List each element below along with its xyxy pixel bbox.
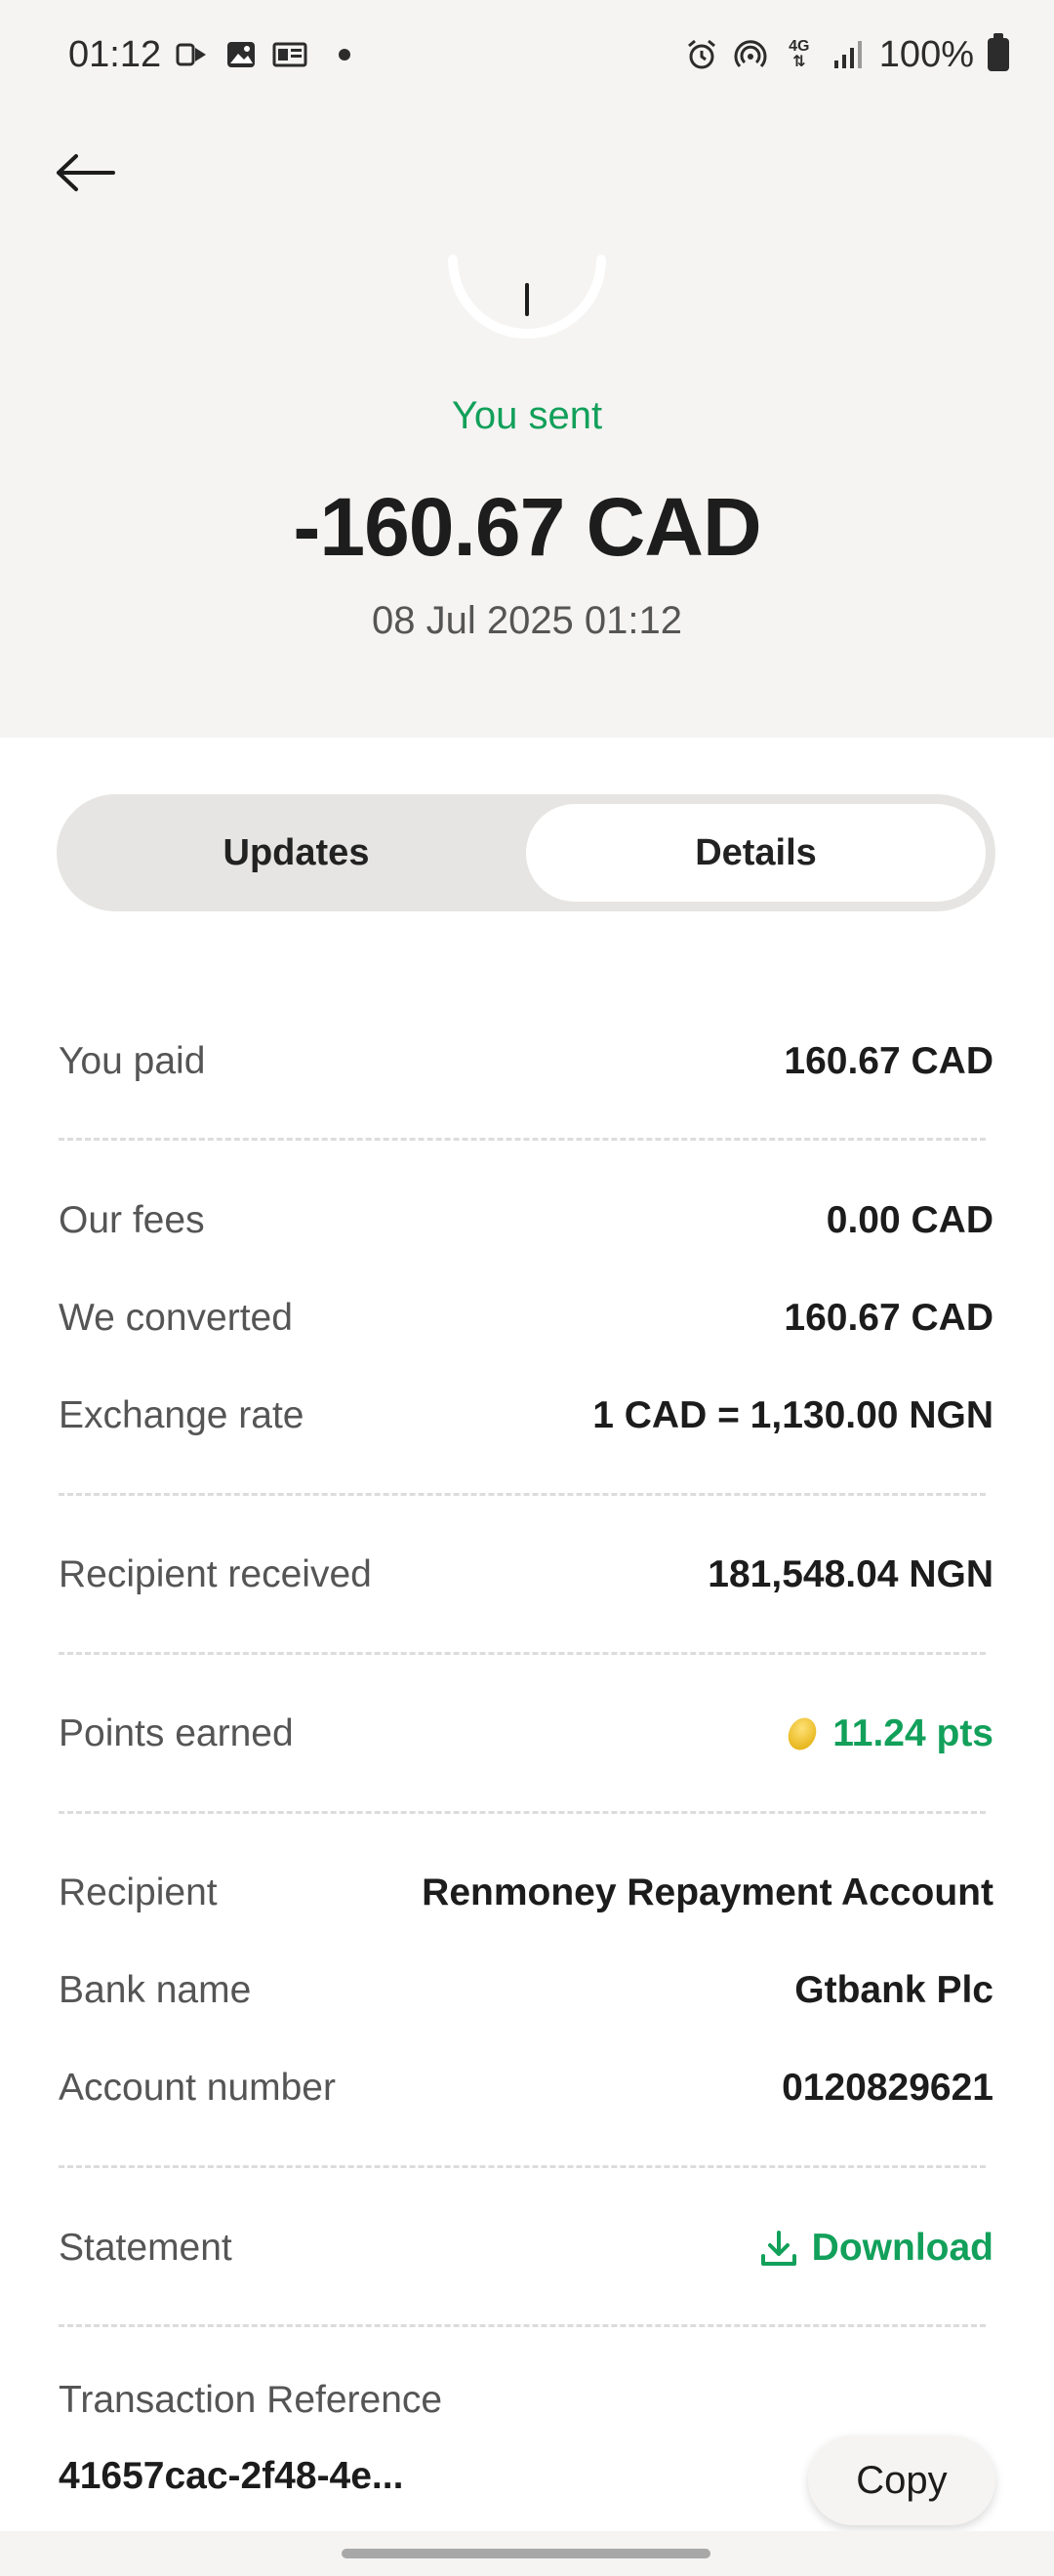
- recipient-label: Recipient: [59, 1872, 218, 1913]
- tab-switcher: Updates Details: [57, 794, 995, 911]
- hotspot-icon: [733, 37, 768, 72]
- you-paid-row: You paid 160.67 CAD: [59, 1032, 993, 1091]
- divider: [59, 1138, 986, 1141]
- our-fees-row: Our fees 0.00 CAD: [59, 1191, 993, 1250]
- points-earned-row: Points earned 11.24 pts: [59, 1705, 993, 1763]
- alarm-icon: [684, 37, 719, 72]
- battery-percent: 100%: [878, 33, 974, 75]
- you-paid-value: 160.67 CAD: [784, 1040, 993, 1082]
- divider: [59, 1811, 986, 1814]
- sent-label: You sent: [451, 394, 603, 437]
- notification-app-icon: [175, 37, 210, 72]
- transaction-header: You sent -160.67 CAD 08 Jul 2025 01:12: [0, 109, 1054, 738]
- status-left: 01:12: [68, 33, 351, 76]
- transaction-reference-label: Transaction Reference: [59, 2379, 443, 2421]
- download-icon: [760, 2231, 796, 2266]
- battery-icon: [988, 33, 1009, 71]
- recipient-received-row: Recipient received 181,548.04 NGN: [59, 1546, 993, 1604]
- account-number-label: Account number: [59, 2067, 336, 2109]
- recipient-received-label: Recipient received: [59, 1553, 372, 1595]
- sent-amount: -160.67 CAD: [293, 481, 761, 573]
- status-time: 01:12: [68, 33, 162, 75]
- gallery-icon: [223, 37, 259, 72]
- our-fees-label: Our fees: [59, 1199, 205, 1241]
- recipient-received-value: 181,548.04 NGN: [708, 1553, 993, 1595]
- bank-name-row: Bank name Gtbank Plc: [59, 1961, 993, 2020]
- signal-icon: [831, 37, 866, 72]
- points-earned-label: Points earned: [59, 1712, 294, 1754]
- coin-icon: [783, 1712, 822, 1755]
- we-converted-label: We converted: [59, 1297, 293, 1339]
- recipient-value: Renmoney Repayment Account: [422, 1872, 993, 1913]
- statement-label: Statement: [59, 2227, 232, 2269]
- news-icon: [272, 37, 307, 72]
- data-arrows-icon: ⇅: [792, 54, 806, 70]
- arrow-left-icon: [57, 154, 115, 191]
- exchange-rate-row: Exchange rate 1 CAD = 1,130.00 NGN: [59, 1387, 993, 1445]
- tab-updates[interactable]: Updates: [66, 804, 526, 902]
- points-earned-value: 11.24 pts: [832, 1712, 993, 1754]
- status-bar: 01:12 4G ⇅ 100%: [0, 0, 1054, 109]
- we-converted-row: We converted 160.67 CAD: [59, 1289, 993, 1348]
- account-number-value: 0120829621: [782, 2067, 993, 2109]
- download-button[interactable]: Download: [759, 2227, 993, 2270]
- account-number-row: Account number 0120829621: [59, 2059, 993, 2117]
- bank-name-value: Gtbank Plc: [794, 1969, 993, 2011]
- home-indicator[interactable]: [342, 2549, 710, 2558]
- our-fees-value: 0.00 CAD: [826, 1199, 993, 1241]
- transaction-reference-value: 41657cac-2f48-4e...: [59, 2455, 404, 2497]
- you-paid-label: You paid: [59, 1040, 206, 1082]
- copy-button[interactable]: Copy: [808, 2435, 995, 2525]
- download-label: Download: [811, 2227, 993, 2269]
- more-notifications-dot: [339, 49, 351, 60]
- transaction-date: 08 Jul 2025 01:12: [371, 599, 683, 642]
- status-right: 4G ⇅ 100%: [684, 33, 1009, 76]
- network-type-icon: 4G ⇅: [782, 37, 817, 72]
- we-converted-value: 160.67 CAD: [784, 1297, 993, 1339]
- recipient-row: Recipient Renmoney Repayment Account: [59, 1864, 993, 1922]
- points-earned-value-group: 11.24 pts: [783, 1712, 993, 1755]
- status-spinner-icon: [447, 254, 607, 361]
- details-panel: Updates Details You paid 160.67 CAD Our …: [0, 738, 1054, 2576]
- divider: [59, 1493, 986, 1496]
- statement-row: Statement Download: [59, 2219, 993, 2277]
- divider: [59, 2324, 986, 2327]
- network-type-label: 4G: [789, 38, 810, 55]
- exchange-rate-label: Exchange rate: [59, 1394, 304, 1436]
- bank-name-label: Bank name: [59, 1969, 252, 2011]
- exchange-rate-value: 1 CAD = 1,130.00 NGN: [592, 1394, 993, 1436]
- divider: [59, 1652, 986, 1655]
- back-button[interactable]: [55, 139, 133, 207]
- divider: [59, 2165, 986, 2168]
- tab-details[interactable]: Details: [526, 804, 986, 902]
